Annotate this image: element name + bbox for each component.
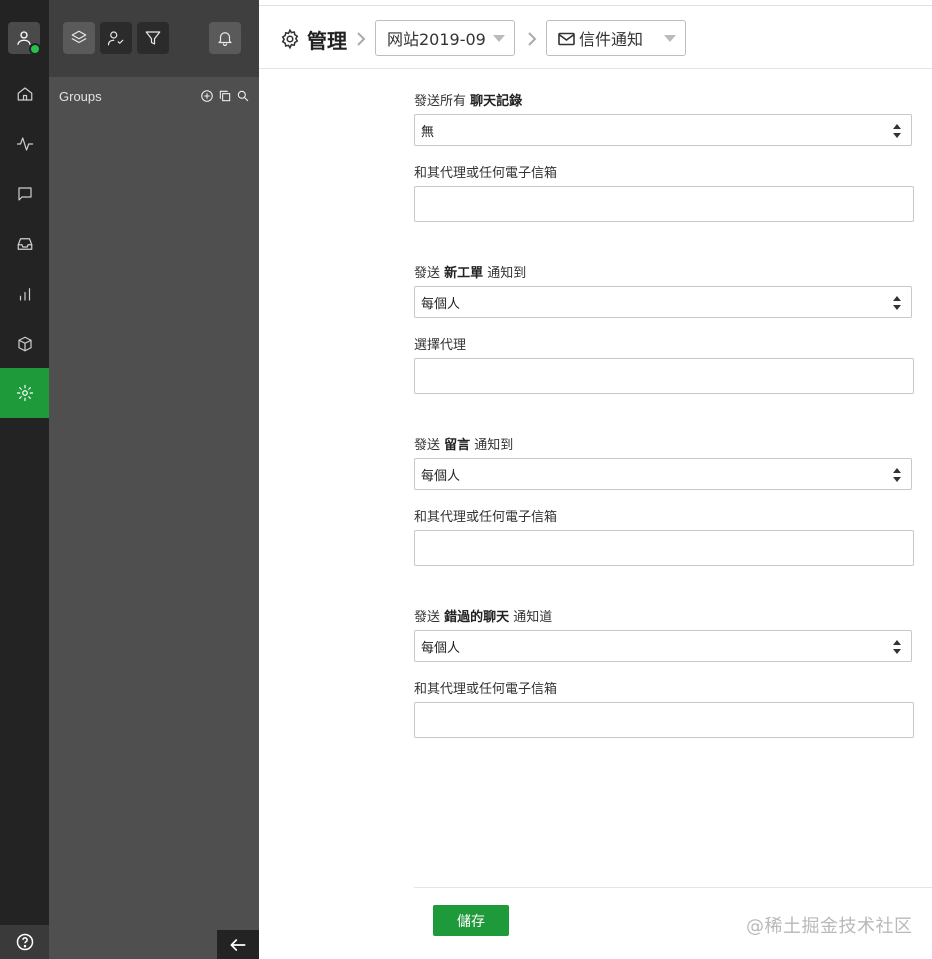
page-header: 管理 网站2019-09 信件通知 <box>259 6 932 69</box>
nav-inbox[interactable] <box>0 219 49 269</box>
input-label-chat-log: 和其代理或任何電子信箱 <box>414 166 558 181</box>
field-label-chat-log: 發送所有 聊天記錄 <box>414 94 523 109</box>
footer-divider <box>414 887 932 888</box>
site-select-value: 网站2019-09 <box>387 30 486 49</box>
field-label-message: 發送 留言 通知到 <box>414 438 514 453</box>
collapse-panel-button[interactable] <box>217 930 259 959</box>
arrow-left-icon <box>230 938 246 951</box>
breadcrumb-chevron-icon <box>525 31 539 47</box>
message-email-input[interactable] <box>414 530 914 566</box>
section-select-value: 信件通知 <box>579 30 644 49</box>
chat-log-email-input[interactable] <box>414 186 914 222</box>
select-arrows-icon <box>893 468 901 482</box>
settings-icon <box>16 384 33 402</box>
select-arrows-icon <box>893 124 901 138</box>
message-select[interactable]: 每個人 <box>414 458 912 490</box>
header-settings-icon <box>279 28 301 50</box>
groups-label: Groups <box>59 89 102 104</box>
add-circle-icon <box>200 90 213 102</box>
save-button[interactable]: 儲存 <box>433 905 509 936</box>
input-label-missed-chat: 和其代理或任何電子信箱 <box>414 682 558 697</box>
group-tools <box>199 88 250 104</box>
search-icon <box>237 90 248 102</box>
section-select[interactable]: 信件通知 <box>546 20 686 56</box>
chat-log-select[interactable]: 無 <box>414 114 912 146</box>
select-arrows-icon <box>893 640 901 654</box>
nav-reports[interactable] <box>0 269 49 319</box>
missed-chat-email-input[interactable] <box>414 702 914 738</box>
panel-toolbar <box>49 0 259 77</box>
nav-home[interactable] <box>0 69 49 119</box>
groups-panel: Groups <box>49 0 259 959</box>
breadcrumb-chevron-icon <box>354 31 368 47</box>
search-groups-button[interactable] <box>235 88 250 104</box>
field-label-missed-chat: 發送 錯過的聊天 通知道 <box>414 610 553 625</box>
chevron-down-icon <box>493 35 505 42</box>
input-label-message: 和其代理或任何電子信箱 <box>414 510 558 525</box>
copy-group-button[interactable] <box>217 88 232 104</box>
add-group-button[interactable] <box>199 88 214 104</box>
watermark: @稀土掘金技术社区 <box>746 916 913 937</box>
filter-icon <box>145 31 161 45</box>
page-title: 管理 <box>307 29 347 53</box>
gear-icon <box>281 28 299 50</box>
chat-icon <box>17 187 32 201</box>
activity-icon <box>16 137 33 151</box>
copy-icon <box>219 90 230 102</box>
new-ticket-select[interactable]: 每個人 <box>414 286 912 318</box>
field-label-new-ticket: 發送 新工單 通知到 <box>414 266 527 281</box>
package-icon <box>17 336 32 352</box>
reports-icon <box>19 288 30 301</box>
select-arrows-icon <box>893 296 901 310</box>
new-ticket-agent-input[interactable] <box>414 358 914 394</box>
filter-button[interactable] <box>137 22 169 54</box>
help-icon <box>16 933 33 951</box>
help-button[interactable] <box>0 925 49 959</box>
home-icon <box>17 87 32 101</box>
inbox-icon <box>17 238 32 250</box>
user-check-button[interactable] <box>100 22 132 54</box>
nav-package[interactable] <box>0 319 49 369</box>
icon-rail <box>0 0 49 959</box>
layers-button[interactable] <box>63 22 95 54</box>
presence-indicator <box>29 43 41 55</box>
layers-icon <box>71 30 87 44</box>
input-label-new-ticket: 選擇代理 <box>414 338 467 353</box>
nav-chat[interactable] <box>0 169 49 219</box>
missed-chat-select[interactable]: 每個人 <box>414 630 912 662</box>
nav-settings[interactable] <box>0 368 49 418</box>
mail-icon <box>558 31 575 46</box>
user-check-icon <box>107 31 124 46</box>
bell-icon <box>218 32 232 47</box>
site-select[interactable]: 网站2019-09 <box>375 20 515 56</box>
nav-activity[interactable] <box>0 119 49 169</box>
chevron-down-icon <box>664 35 676 42</box>
notifications-button[interactable] <box>209 22 241 54</box>
